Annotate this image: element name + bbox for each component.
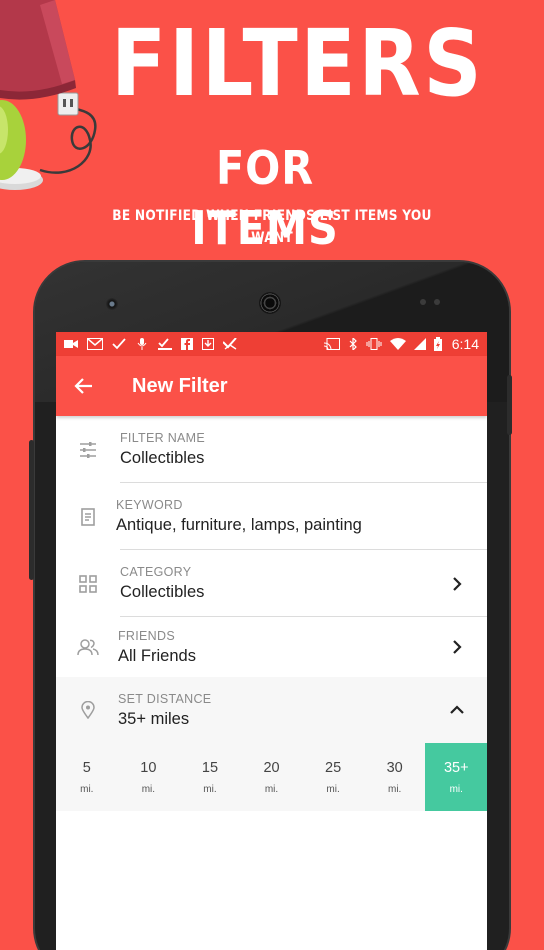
grid-icon [79,574,97,593]
bluetooth-icon [349,338,357,350]
facebook-icon [181,338,193,350]
keyword-value: Antique, furniture, lamps, painting [116,516,362,534]
battery-icon [433,337,442,351]
arrow-back-icon [74,378,92,394]
tune-icon [80,441,96,458]
distance-option-unit: mi. [141,783,156,795]
back-button[interactable] [56,356,112,416]
keyword-field[interactable]: KEYWORD Antique, furniture, lamps, paint… [56,483,487,550]
distance-option-unit: mi. [203,783,217,795]
friends-label: FRIENDS [118,628,175,643]
people-icon [77,639,99,656]
proximity-sensor [420,299,426,305]
distance-value: 35+ miles [118,709,190,728]
status-time: 6:14 [451,336,479,352]
mic-icon [137,338,147,350]
keyword-label: KEYWORD [116,498,183,512]
promo-tagline: BE NOTIFIED WHEN FRIENDS LIST ITEMS YOU … [112,208,432,246]
distance-option-unit: mi. [388,783,402,795]
distance-label: SET DISTANCE [118,691,212,706]
document-icon [81,507,95,526]
distance-option-unit: mi. [80,783,94,795]
distance-option-value: 15 [201,759,219,776]
chevron-right-icon [453,640,462,654]
video-icon [64,340,78,348]
filter-name-value: Collectibles [120,449,205,467]
check-icon [112,338,126,350]
chevron-up-icon [450,705,464,714]
distance-option-value: 35+ [443,759,469,776]
distance-option[interactable]: 25 mi. [302,743,364,811]
chevron-right-icon [453,576,462,591]
friends-value: All Friends [118,646,196,665]
distance-option-unit: mi. [326,783,340,795]
gmail-icon [87,338,103,350]
distance-option-value: 20 [263,759,280,776]
phone-frame: 6:14 New Filter FILTER NAME Collectibles [33,260,511,950]
phone-screen: 6:14 New Filter FILTER NAME Collectibles [56,332,487,950]
distance-option[interactable]: 5 mi. [56,743,118,811]
distance-option[interactable]: 30 mi. [364,743,426,811]
distance-option[interactable]: 20 mi. [241,743,303,811]
distance-option-value: 25 [325,759,342,776]
distance-option[interactable]: 10 mi. [118,743,180,811]
category-label: CATEGORY [120,565,192,579]
filter-name-field[interactable]: FILTER NAME Collectibles [56,416,487,483]
distance-option[interactable]: 15 mi. [179,743,241,811]
signal-icon [413,338,426,350]
page-title: New Filter [132,374,228,397]
wifi-icon [389,338,406,350]
distance-option-value: 10 [140,759,157,776]
vibrate-icon [366,338,382,350]
app-check-icon [223,338,237,350]
task-icon [158,338,172,350]
distance-field[interactable]: SET DISTANCE 35+ miles [56,677,487,743]
distance-selector: 5 mi. 10 mi. 15 mi. 20 mi. 25 mi. 30 mi. 35+ mi. [56,743,487,811]
earpiece-speaker [259,292,281,314]
friends-field[interactable]: FRIENDS All Friends [56,617,487,677]
cast-icon [323,338,340,350]
promo-title: FILTERS [111,10,485,117]
distance-option-value: 5 [82,759,91,776]
app-bar: New Filter [56,356,487,416]
category-value: Collectibles [120,583,205,601]
light-sensor [434,299,440,305]
distance-option-unit: mi. [449,783,463,795]
distance-option-unit: mi. [264,783,279,795]
distance-option-value: 30 [386,759,403,776]
download-icon [202,338,214,350]
phone-side-button [29,440,34,580]
lamp-illustration [0,0,97,190]
phone-side-button [507,375,512,435]
filter-name-label: FILTER NAME [120,431,206,445]
location-pin-icon [81,701,95,719]
front-camera [106,298,118,310]
status-bar: 6:14 [56,332,487,356]
distance-section: SET DISTANCE 35+ miles 5 mi. 10 mi. 15 mi. 20 m… [56,677,487,811]
category-field[interactable]: CATEGORY Collectibles [56,550,487,617]
distance-option[interactable]: 35+ mi. [425,743,487,811]
